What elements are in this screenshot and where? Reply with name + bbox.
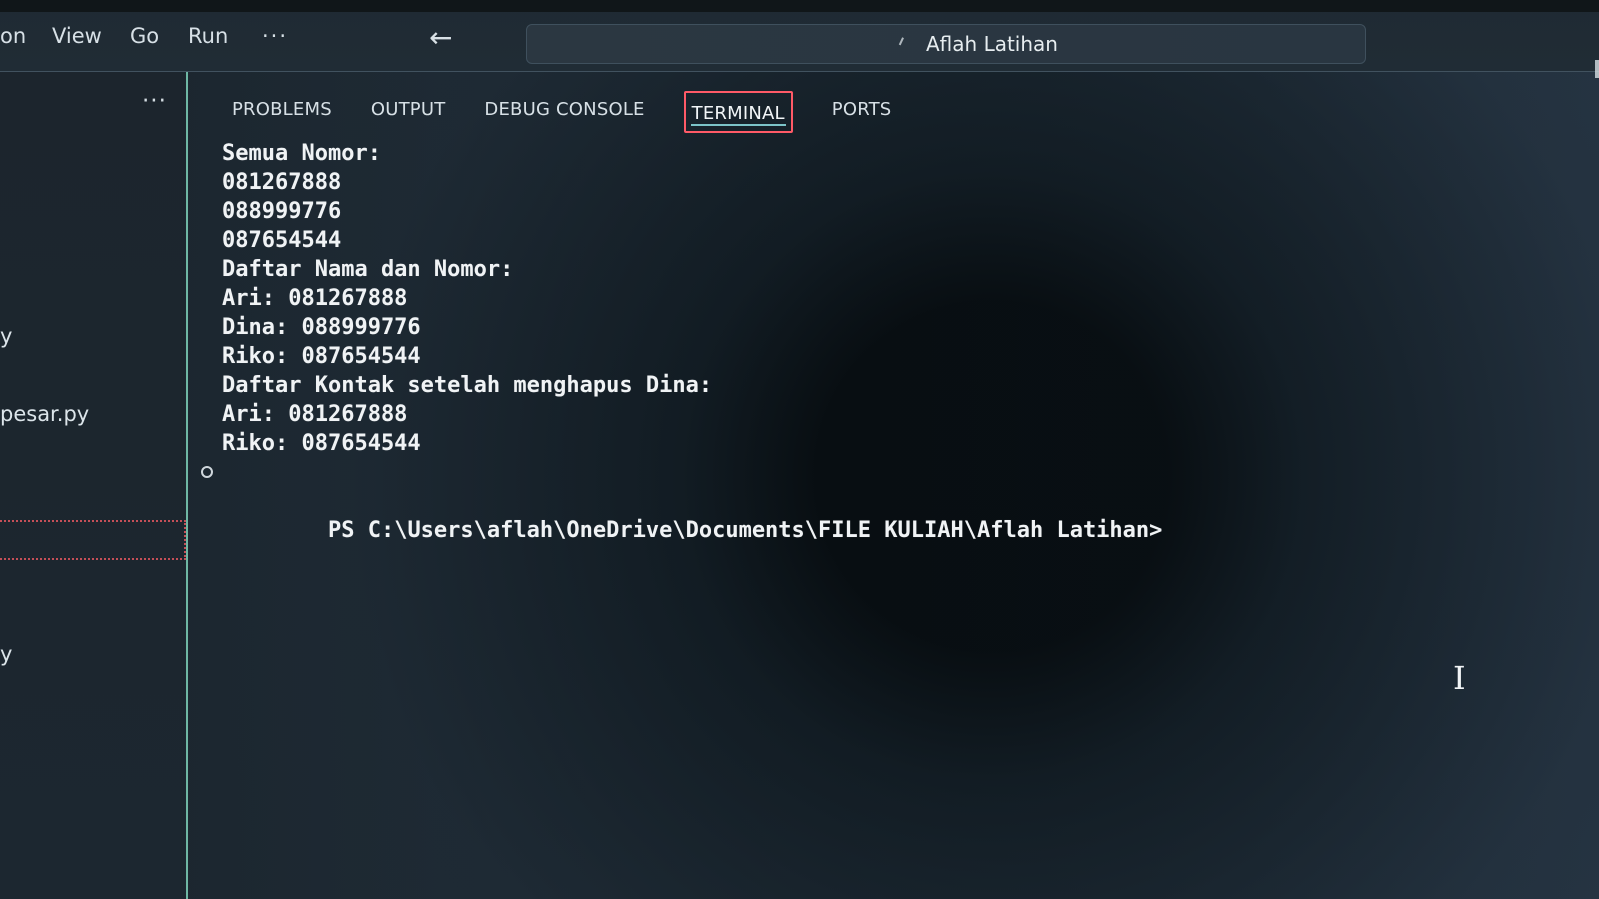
tab-ports[interactable]: PORTS: [832, 95, 892, 125]
terminal-line: Riko: 087654544: [222, 431, 421, 456]
terminal-line: Semua Nomor:: [222, 141, 381, 166]
menu-more-icon[interactable]: ···: [262, 24, 304, 48]
explorer-sidebar: ··· y pesar.py y: [0, 72, 188, 899]
terminal-line: 081267888: [222, 170, 342, 195]
terminal-line: Daftar Nama dan Nomor:: [222, 257, 514, 282]
prompt-status-icon: [201, 466, 213, 478]
terminal-prompt: PS C:\Users\aflah\OneDrive\Documents\FIL…: [327, 518, 1163, 543]
command-center-search[interactable]: Aflah Latihan: [526, 24, 1366, 64]
terminal-line: Daftar Kontak setelah menghapus Dina:: [222, 373, 713, 398]
sidebar-file-item[interactable]: pesar.py: [0, 402, 89, 426]
back-arrow-icon[interactable]: ←: [429, 24, 455, 52]
search-icon: [898, 37, 912, 49]
tab-output[interactable]: OUTPUT: [371, 95, 446, 125]
tab-debug-console[interactable]: DEBUG CONSOLE: [484, 95, 644, 125]
menu-item-run[interactable]: Run: [188, 24, 252, 48]
menu-item-go[interactable]: Go: [130, 24, 178, 48]
sidebar-file-item[interactable]: y: [0, 324, 12, 348]
tab-terminal[interactable]: TERMINAL: [683, 91, 793, 133]
menu-item-view[interactable]: View: [52, 24, 120, 48]
text-cursor-icon: I: [1453, 659, 1466, 697]
terminal-line: Dina: 088999776: [222, 315, 421, 340]
menu-bar: on View Go Run ···: [0, 24, 304, 48]
title-bar-top-edge: [0, 0, 1599, 12]
menu-item-selection-partial[interactable]: on: [0, 24, 42, 48]
workspace-title: Aflah Latihan: [926, 32, 1058, 56]
terminal-line: 087654544: [222, 228, 342, 253]
terminal-line: Ari: 081267888: [222, 402, 408, 427]
tab-problems[interactable]: PROBLEMS: [232, 95, 332, 125]
terminal-line: Ari: 081267888: [222, 286, 408, 311]
terminal-prompt-line[interactable]: PS C:\Users\aflah\OneDrive\Documents\FIL…: [201, 458, 1362, 574]
sidebar-more-icon[interactable]: ···: [142, 88, 167, 114]
terminal-line: Riko: 087654544: [222, 344, 421, 369]
vscode-window: on View Go Run ··· ← Aflah Latihan ··· y…: [0, 0, 1599, 899]
terminal-output[interactable]: Semua Nomor: 081267888 088999776 0876545…: [201, 139, 1362, 574]
title-bar: on View Go Run ··· ← Aflah Latihan: [0, 0, 1599, 78]
terminal-line: 088999776: [222, 199, 342, 224]
sidebar-selected-item[interactable]: [0, 520, 186, 560]
panel-tabs: PROBLEMS OUTPUT DEBUG CONSOLE TERMINAL P…: [232, 89, 930, 133]
sidebar-file-item[interactable]: y: [0, 642, 12, 666]
bottom-panel: PROBLEMS OUTPUT DEBUG CONSOLE TERMINAL P…: [188, 72, 1599, 899]
